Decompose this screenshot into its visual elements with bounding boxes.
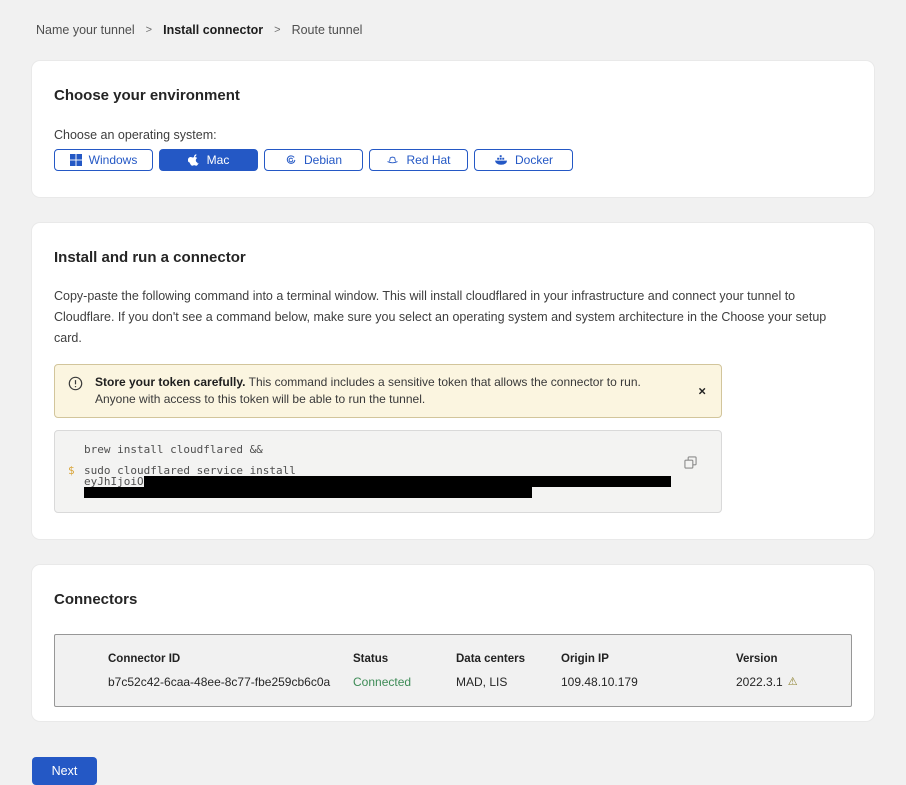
breadcrumb-step-route-tunnel[interactable]: Route tunnel [292, 23, 363, 37]
data-centers-value: MAD, LIS [456, 675, 561, 689]
os-button-windows[interactable]: Windows [54, 149, 153, 171]
connectors-table: Connector ID Status Data centers Origin … [54, 634, 852, 707]
os-button-docker[interactable]: Docker [474, 149, 573, 171]
table-row: b7c52c42-6caa-48ee-8c77-fbe259cb6c0a Con… [108, 675, 841, 689]
token-redaction-bar [144, 476, 671, 487]
install-command-codeblock: brew install cloudflared && $ sudo cloud… [54, 430, 722, 513]
connector-id-value: b7c52c42-6caa-48ee-8c77-fbe259cb6c0a [108, 675, 353, 689]
next-button[interactable]: Next [32, 757, 97, 785]
origin-ip-value: 109.48.10.179 [561, 675, 736, 689]
info-circle-icon [68, 376, 83, 396]
close-icon[interactable]: × [698, 385, 706, 398]
column-header-version: Version [736, 653, 841, 665]
copy-icon[interactable] [684, 456, 697, 469]
os-button-label: Windows [89, 153, 138, 167]
column-header-status: Status [353, 653, 456, 665]
column-header-data-centers: Data centers [456, 653, 561, 665]
alert-title: Store your token carefully. [95, 375, 246, 389]
warning-triangle-icon: ⚠ [788, 677, 798, 688]
os-button-redhat[interactable]: Red Hat [369, 149, 468, 171]
code-line-service-install: sudo cloudflared service install [84, 465, 671, 476]
column-header-origin-ip: Origin IP [561, 653, 736, 665]
status-badge: Connected [353, 675, 456, 689]
install-card-description: Copy-paste the following command into a … [54, 286, 849, 349]
breadcrumb-step-name-tunnel[interactable]: Name your tunnel [36, 23, 135, 37]
debian-icon [285, 154, 297, 166]
shell-prompt: $ [68, 465, 75, 476]
token-warning-alert: Store your token carefully. This command… [54, 364, 722, 418]
token-prefix: eyJhIjoiO [84, 476, 144, 487]
os-button-label: Mac [207, 153, 230, 167]
os-button-mac[interactable]: Mac [159, 149, 258, 171]
install-card-title: Install and run a connector [54, 249, 852, 266]
os-button-debian[interactable]: Debian [264, 149, 363, 171]
redhat-icon [386, 154, 399, 166]
code-line-brew: brew install cloudflared && [84, 444, 671, 455]
version-cell: 2022.3.1 ⚠ [736, 675, 841, 689]
docker-icon [494, 154, 508, 166]
os-select-label: Choose an operating system: [54, 128, 852, 142]
connectors-table-header: Connector ID Status Data centers Origin … [108, 653, 841, 665]
connectors-card: Connectors Connector ID Status Data cent… [32, 565, 874, 721]
os-button-group: Windows Mac Debian Red Hat Docker [54, 149, 852, 171]
environment-card-title: Choose your environment [54, 87, 852, 104]
column-header-connector-id: Connector ID [108, 653, 353, 665]
os-button-label: Debian [304, 153, 342, 167]
install-connector-card: Install and run a connector Copy-paste t… [32, 223, 874, 539]
breadcrumb-separator: > [146, 24, 152, 36]
code-line-token: eyJhIjoiO [84, 476, 671, 487]
version-value: 2022.3.1 [736, 675, 783, 689]
connectors-card-title: Connectors [54, 591, 852, 608]
windows-icon [70, 154, 82, 166]
code-command: $ sudo cloudflared service install eyJhI… [84, 465, 671, 498]
breadcrumb: Name your tunnel > Install connector > R… [0, 0, 906, 61]
breadcrumb-separator: > [274, 24, 280, 36]
os-button-label: Red Hat [406, 153, 450, 167]
environment-card: Choose your environment Choose an operat… [32, 61, 874, 197]
apple-icon [188, 153, 200, 167]
token-redaction-bar [84, 487, 532, 498]
os-button-label: Docker [515, 153, 553, 167]
breadcrumb-step-install-connector[interactable]: Install connector [163, 23, 263, 37]
